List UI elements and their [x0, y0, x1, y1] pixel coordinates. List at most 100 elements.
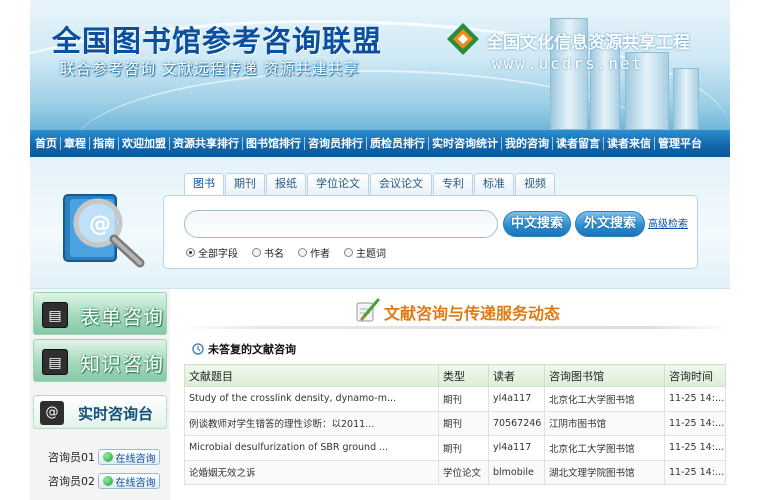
section-divider: [180, 326, 730, 329]
nav-item[interactable]: 质检员排行: [367, 137, 429, 150]
site-title: 全国图书馆参考咨询联盟: [52, 24, 383, 58]
nav-item[interactable]: 实时咨询统计: [429, 137, 502, 150]
foreign-search-button[interactable]: 外文搜索: [575, 211, 645, 237]
table-row[interactable]: Study of the crosslink density, dynamo-m…: [184, 386, 726, 412]
search-field-radio[interactable]: 作者: [298, 245, 330, 260]
search-field-radio[interactable]: 书名: [252, 245, 284, 260]
section-title: 文献咨询与传递服务动态: [384, 304, 561, 323]
document-title-cell[interactable]: 论婚姻无效之诉: [184, 459, 439, 485]
table-cell: 11-25 14:39: [664, 435, 726, 461]
search-input[interactable]: [184, 210, 498, 238]
section-header: 文献咨询与传递服务动态: [180, 289, 730, 329]
svg-text:@: @: [89, 212, 111, 237]
consultant-name: 咨询员01: [48, 451, 95, 464]
culture-share-logo-icon: [447, 23, 479, 55]
nav-item[interactable]: 指南: [90, 137, 119, 150]
table-cell: 期刊: [438, 410, 489, 436]
table-row[interactable]: Microbial desulfurization of SBR ground …: [184, 435, 726, 461]
refresh-list-icon: [192, 343, 204, 355]
advanced-search-link[interactable]: 高级检索: [648, 215, 688, 230]
online-consult-label: 在线咨询: [115, 453, 156, 465]
table-cell: 江阴市图书馆: [544, 410, 665, 436]
form-consult-label: 表单咨询: [80, 305, 164, 329]
nav-item[interactable]: 读者留言: [553, 137, 604, 150]
table-row[interactable]: 论婚姻无效之诉 学位论文 blmobile 湖北文理学院图书馆 11-25 14:37: [184, 459, 726, 485]
radio-button-icon[interactable]: [186, 248, 195, 257]
search-tab[interactable]: 标准: [474, 173, 514, 195]
realtime-consult-header: @ 实时咨询台: [33, 395, 167, 429]
document-icon: ▤: [42, 349, 68, 375]
main-content: 文献咨询与传递服务动态 未答复的文献咨询 文献题目 类型 读者 咨询图书馆 咨询时间 S…: [180, 289, 730, 500]
search-tab[interactable]: 视频: [515, 173, 555, 195]
logo-url[interactable]: www.ucdrs.net: [492, 54, 643, 73]
nav-item[interactable]: 读者来信: [604, 137, 655, 150]
site-slogan: 联合参考咨询 文献远程传递 资源共建共享: [60, 60, 360, 78]
table-header-row: 文献题目 类型 读者 咨询图书馆 咨询时间: [184, 364, 726, 387]
table-cell: yl4a117: [488, 435, 545, 461]
online-status-icon: [102, 452, 113, 462]
realtime-consult-label: 实时咨询台: [78, 405, 154, 423]
form-consult-button[interactable]: ▤ 表单咨询: [33, 292, 167, 335]
sub-section-header: 未答复的文献咨询: [192, 341, 296, 357]
nav-item[interactable]: 首页: [32, 137, 61, 150]
radio-label: 作者: [310, 249, 330, 260]
search-field-radio[interactable]: 主题词: [344, 245, 386, 260]
table-cell: 期刊: [438, 435, 489, 461]
left-sidebar: ▤ 表单咨询 ▤ 知识咨询 @ 实时咨询台 咨询员01 在线咨询 咨询员02 在…: [30, 289, 170, 500]
table-cell: 北京化工大学图书馆: [544, 435, 665, 461]
table-body: Study of the crosslink density, dynamo-m…: [184, 386, 726, 485]
table-cell: blmobile: [488, 459, 545, 485]
sub-section-title: 未答复的文献咨询: [208, 343, 296, 356]
magnifier-book-icon: @: [63, 194, 145, 268]
search-tab[interactable]: 图书: [184, 173, 224, 196]
table-row[interactable]: 例谈教师对学生错答的理性诊断：以2011... 期刊 70567246 江阴市图书馆 1…: [184, 410, 726, 436]
search-field-radio[interactable]: 全部字段: [186, 245, 238, 260]
consultant-row: 咨询员02 在线咨询: [48, 472, 160, 490]
radio-button-icon[interactable]: [344, 248, 353, 257]
logo-text: 全国文化信息资源共享工程: [486, 33, 690, 53]
table-cell: 期刊: [438, 386, 489, 412]
at-sign-icon: @: [40, 401, 64, 425]
search-tab[interactable]: 学位论文: [307, 173, 369, 195]
table-header-cell: 读者: [488, 364, 545, 387]
document-title-cell[interactable]: Study of the crosslink density, dynamo-m…: [184, 386, 439, 412]
search-tab[interactable]: 期刊: [225, 173, 265, 195]
online-consult-label: 在线咨询: [115, 477, 156, 489]
document-icon: ▤: [42, 302, 68, 328]
knowledge-consult-button[interactable]: ▤ 知识咨询: [33, 339, 167, 382]
online-consult-button[interactable]: 在线咨询: [98, 473, 160, 489]
radio-label: 书名: [264, 249, 284, 260]
skyline-building: [673, 68, 699, 130]
radio-button-icon[interactable]: [298, 248, 307, 257]
table-header-cell: 咨询时间: [664, 364, 726, 387]
table-cell: 11-25 14:40: [664, 386, 726, 412]
consultant-row: 咨询员01 在线咨询: [48, 448, 160, 466]
nav-item[interactable]: 图书馆排行: [243, 137, 305, 150]
chinese-search-button[interactable]: 中文搜索: [503, 211, 571, 237]
header-banner: 全国图书馆参考咨询联盟 联合参考咨询 文献远程传递 资源共建共享 全国文化信息资…: [30, 0, 730, 130]
pen-paper-icon: [356, 298, 380, 322]
table-cell: 70567246: [488, 410, 545, 436]
nav-item[interactable]: 资源共享排行: [170, 137, 243, 150]
search-tab[interactable]: 会议论文: [370, 173, 432, 195]
table-cell: yl4a117: [488, 386, 545, 412]
nav-item[interactable]: 管理平台: [655, 137, 705, 150]
document-title-cell[interactable]: Microbial desulfurization of SBR ground …: [184, 435, 439, 461]
radio-button-icon[interactable]: [252, 248, 261, 257]
online-consult-button[interactable]: 在线咨询: [98, 449, 160, 465]
search-tab[interactable]: 报纸: [266, 173, 306, 195]
search-field-options: 全部字段 书名 作者 主题词: [186, 245, 400, 260]
online-status-icon: [102, 476, 113, 486]
table-cell: 11-25 14:37: [664, 459, 726, 485]
search-box: 中文搜索 外文搜索 高级检索 全部字段 书名 作者 主题词: [163, 195, 698, 269]
table-header-cell: 类型: [438, 364, 489, 387]
table-header-cell: 文献题目: [184, 364, 439, 387]
nav-item[interactable]: 咨询员排行: [305, 137, 367, 150]
nav-item[interactable]: 章程: [61, 137, 90, 150]
document-title-cell[interactable]: 例谈教师对学生错答的理性诊断：以2011...: [184, 410, 439, 436]
main-nav: 首页 章程 指南 欢迎加盟 资源共享排行 图书馆排行 咨询员排行 质检员排行 实时咨询统计 我的咨…: [30, 130, 730, 157]
nav-item[interactable]: 我的咨询: [502, 137, 553, 150]
search-tabs: 图书 期刊 报纸 学位论文 会议论文 专利 标准 视频: [184, 173, 556, 196]
search-tab[interactable]: 专利: [433, 173, 473, 195]
nav-item[interactable]: 欢迎加盟: [119, 137, 170, 150]
